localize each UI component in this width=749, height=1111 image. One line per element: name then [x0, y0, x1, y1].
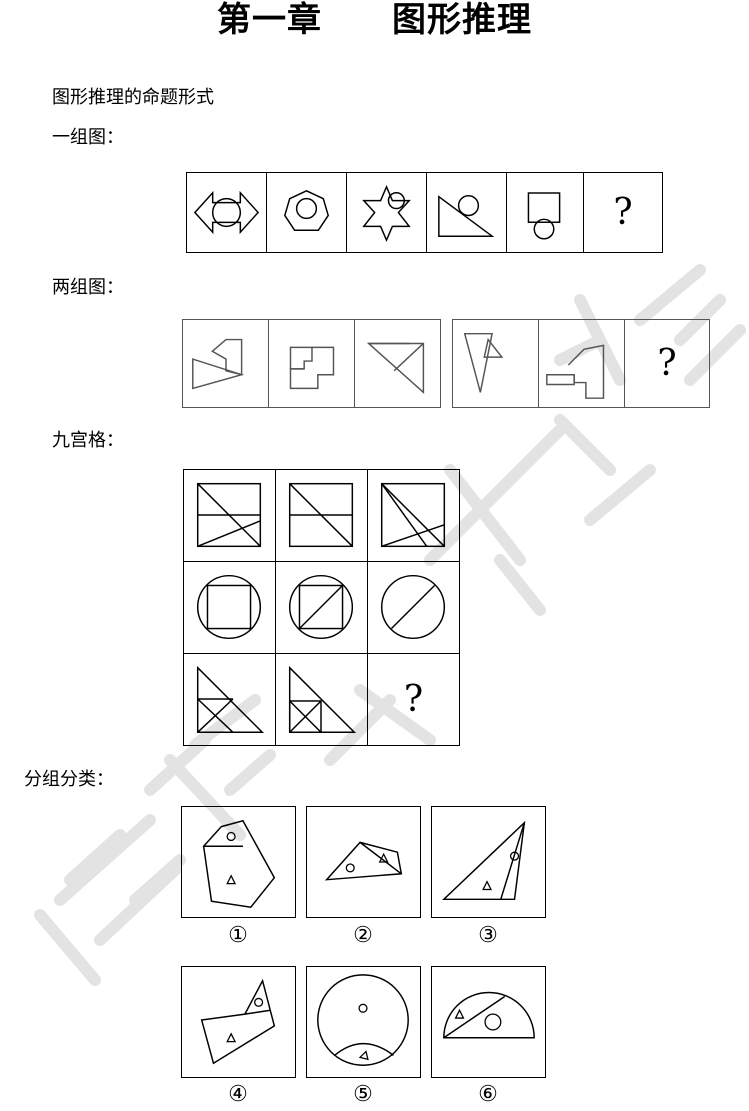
- grouping-label: 分组分类：: [24, 769, 114, 790]
- question-mark: ?: [657, 342, 677, 384]
- grouping-number-3: ③: [478, 923, 498, 948]
- two-group-label: 两组图：: [52, 277, 124, 298]
- circle-segment-figure: [317, 974, 409, 1066]
- two-group-b-cell-3: ?: [624, 319, 710, 408]
- double-arrow-circle-figure: [193, 190, 260, 235]
- grouping-cell-2: [306, 806, 421, 918]
- heptagon-circle-figure: [283, 189, 330, 232]
- square-circle-figure: [527, 192, 561, 240]
- right-triangle-divided-figure: [441, 820, 526, 901]
- nine-grid-label: 九宫格：: [52, 430, 124, 451]
- circle-diagonal-figure: [380, 574, 446, 640]
- grouping-number-2: ②: [353, 923, 373, 948]
- triangle-box-cross-figure: [288, 665, 357, 734]
- one-group-label: 一组图：: [52, 127, 124, 148]
- star-circle-figure: [362, 184, 411, 243]
- nested-rectangles-figure: [289, 346, 335, 390]
- nine-grid-cell-5: [275, 561, 368, 654]
- grouping-number-1: ①: [228, 923, 248, 948]
- grouping-number-6: ⑥: [478, 1082, 498, 1107]
- intro-heading: 图形推理的命题形式: [52, 87, 214, 108]
- two-group-b-cell-1: [452, 319, 539, 408]
- nine-grid-cell-8: [275, 653, 368, 746]
- triangle-crossing-lines-figure: [196, 665, 265, 734]
- one-group-cell-2: [266, 172, 347, 253]
- one-group-cell-1: [186, 172, 267, 253]
- quad-divided-figure: [324, 841, 403, 881]
- question-mark: ?: [403, 678, 424, 720]
- one-group-cell-4: [426, 172, 507, 253]
- two-group-b-cell-2: [538, 319, 625, 408]
- pentagon-circle-triangle-figure: [202, 819, 276, 908]
- grouping-cell-6: [431, 966, 546, 1078]
- grouping-cell-1: [181, 806, 296, 918]
- one-group-cell-5: [506, 172, 584, 253]
- circle-square-figure: [196, 574, 262, 640]
- question-mark: ?: [613, 191, 633, 233]
- nine-grid-cell-3: [367, 469, 460, 562]
- chapter-title: 第一章 图形推理: [217, 0, 532, 40]
- square-crossing-lines-figure: [288, 482, 354, 548]
- grouping-number-4: ④: [228, 1082, 248, 1107]
- nine-grid-cell-7: [183, 653, 276, 746]
- nine-grid-cell-6: [367, 561, 460, 654]
- grouping-cell-3: [431, 806, 546, 918]
- two-group-a-cell-3: [354, 319, 441, 408]
- one-group-cell-6: ?: [583, 172, 663, 253]
- triangle-in-square-figure: [366, 342, 425, 394]
- two-group-a-cell-2: [268, 319, 355, 408]
- stepped-polygon-figure: [546, 344, 605, 399]
- nine-grid-cell-4: [183, 561, 276, 654]
- nine-grid-cell-2: [275, 469, 368, 562]
- thin-triangle-figure: [463, 332, 504, 393]
- irregular-polygon-figure: [200, 978, 276, 1065]
- circle-square-diagonal-figure: [288, 574, 354, 640]
- grouping-cell-5: [306, 966, 421, 1078]
- nine-grid-cell-1: [183, 469, 276, 562]
- two-group-a-cell-1: [182, 319, 269, 408]
- nine-grid-cell-9: ?: [367, 653, 460, 746]
- semicircle-divided-figure: [443, 991, 535, 1039]
- square-fan-lines-figure: [380, 482, 446, 548]
- triangle-circle-figure: [438, 194, 495, 237]
- grouping-cell-4: [181, 966, 296, 1078]
- one-group-cell-3: [346, 172, 427, 253]
- trapezoid-triangle-figure: [192, 338, 245, 390]
- square-diagonal-lines-figure: [196, 482, 262, 548]
- grouping-number-5: ⑤: [353, 1082, 373, 1107]
